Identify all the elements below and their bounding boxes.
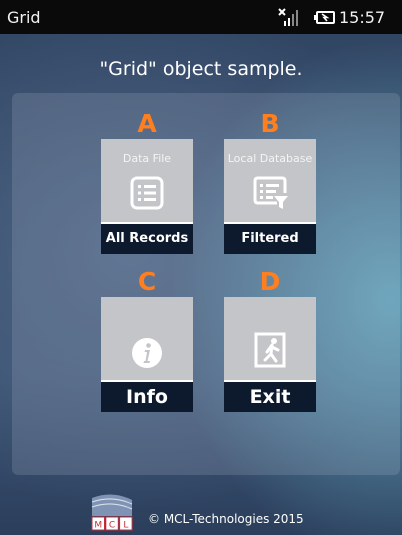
list-icon <box>130 176 164 210</box>
tile-label: All Records <box>101 224 193 254</box>
all-records-button[interactable]: Data File All Records <box>101 139 193 254</box>
tile-letter-b: B <box>260 109 280 138</box>
tile-caption: Data File <box>122 152 172 165</box>
tile-label: Exit <box>224 382 316 412</box>
menu-panel <box>12 93 400 475</box>
mcl-logo: M C L <box>91 494 133 531</box>
info-icon <box>132 338 162 368</box>
filter-list-icon <box>253 176 288 209</box>
filtered-button[interactable]: Local Database Filtered <box>224 139 316 254</box>
svg-text:C: C <box>109 521 115 531</box>
tile-caption: Local Database <box>227 152 313 165</box>
info-button[interactable]: Info <box>101 297 193 412</box>
page-title: "Grid" object sample. <box>99 58 303 80</box>
tile-letter-a: A <box>137 109 157 138</box>
tile-label: Filtered <box>224 224 316 254</box>
app-title: Grid <box>7 8 41 27</box>
exit-button[interactable]: Exit <box>224 297 316 412</box>
copyright-text: © MCL-Technologies 2015 <box>148 512 304 526</box>
status-bar: Grid 15:57 <box>0 0 402 34</box>
tile-letter-d: D <box>259 267 281 296</box>
clock: 15:57 <box>339 8 386 27</box>
exit-icon <box>254 332 286 368</box>
battery-charging-icon <box>314 11 335 24</box>
svg-text:M: M <box>94 521 102 531</box>
tile-label: Info <box>101 382 193 412</box>
tile-letter-c: C <box>137 267 157 296</box>
svg-text:L: L <box>123 521 128 531</box>
signal-icon <box>278 8 298 26</box>
